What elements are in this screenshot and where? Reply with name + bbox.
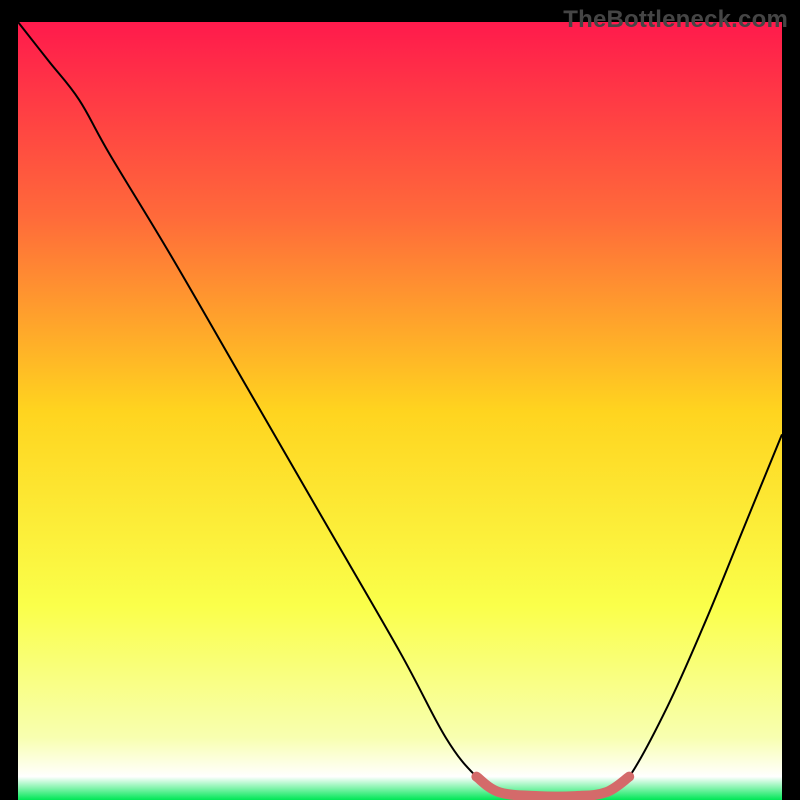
watermark-text: TheBottleneck.com <box>563 6 788 34</box>
gradient-background <box>18 22 782 800</box>
chart-area <box>18 22 782 800</box>
chart-svg <box>18 22 782 800</box>
